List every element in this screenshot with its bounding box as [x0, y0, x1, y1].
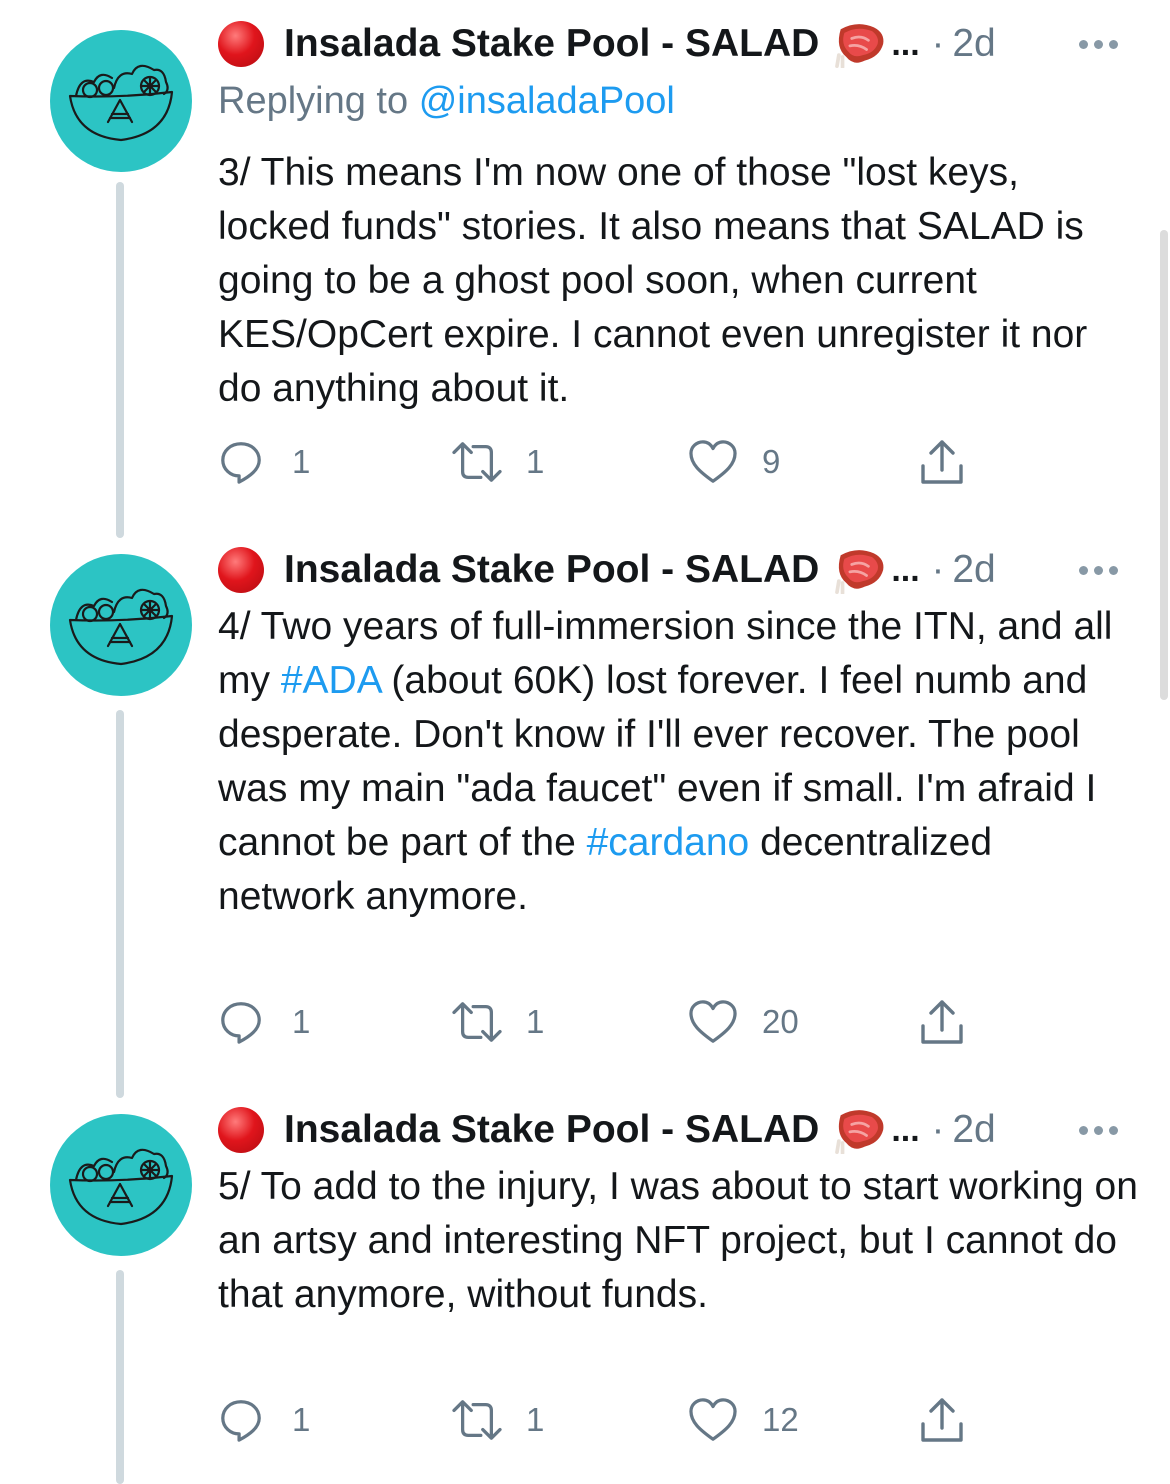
- tweet-3[interactable]: Insalada Stake Pool - SALAD ... · 2d 5/ …: [0, 1100, 1170, 1484]
- tweet-header: Insalada Stake Pool - SALAD ... · 2d: [218, 1102, 1118, 1158]
- replying-to-handle[interactable]: @insaladaPool: [419, 80, 675, 122]
- reply-icon: [218, 999, 264, 1045]
- retweet-count: 1: [526, 1003, 545, 1040]
- share-icon: [918, 998, 966, 1046]
- tweet-text-content: 4/ Two years of full-immersion since the…: [218, 600, 1138, 924]
- steak-emoji-icon: [833, 546, 889, 594]
- avatar[interactable]: [50, 30, 192, 172]
- tweet-header: Insalada Stake Pool - SALAD ... · 2d: [218, 542, 1118, 598]
- like-icon: [688, 439, 738, 485]
- tweet-actions: 1 1 9: [218, 434, 978, 490]
- retweet-button[interactable]: 1: [450, 1392, 544, 1448]
- like-icon: [688, 1397, 738, 1443]
- like-count: 20: [762, 1003, 799, 1040]
- like-button[interactable]: 12: [688, 1392, 799, 1448]
- reply-icon: [218, 439, 264, 485]
- hashtag-link[interactable]: #cardano: [587, 821, 750, 864]
- like-button[interactable]: 9: [688, 434, 780, 490]
- retweet-button[interactable]: 1: [450, 434, 544, 490]
- tweet-text: 5/ To add to the injury, I was about to …: [218, 1160, 1138, 1322]
- more-options-icon[interactable]: [1073, 16, 1118, 72]
- share-button[interactable]: [918, 1392, 966, 1448]
- separator: ·: [931, 548, 945, 591]
- tweet-actions: 1 1 20: [218, 994, 978, 1050]
- reply-count: 1: [292, 1401, 311, 1438]
- name-truncation: ...: [891, 550, 920, 589]
- reply-count: 1: [292, 1003, 311, 1040]
- share-button[interactable]: [918, 434, 966, 490]
- like-count: 9: [762, 443, 781, 480]
- timestamp[interactable]: 2d: [952, 548, 995, 592]
- timestamp[interactable]: 2d: [952, 1108, 995, 1152]
- more-options-icon[interactable]: [1073, 542, 1118, 598]
- reply-count: 1: [292, 443, 311, 480]
- tweet-1[interactable]: Insalada Stake Pool - SALAD ... · 2d Rep…: [0, 0, 1170, 540]
- avatar[interactable]: [50, 1114, 192, 1256]
- retweet-icon: [450, 439, 504, 485]
- more-options-icon[interactable]: [1073, 1102, 1118, 1158]
- salad-bowl-logo-icon: [50, 1114, 192, 1256]
- separator: ·: [931, 1108, 945, 1151]
- timestamp[interactable]: 2d: [952, 22, 995, 66]
- tweet-text: 3/ This means I'm now one of those "lost…: [218, 146, 1138, 416]
- display-name[interactable]: Insalada Stake Pool - SALAD: [284, 22, 819, 66]
- thread-line: [116, 1270, 124, 1484]
- share-icon: [918, 438, 966, 486]
- steak-emoji-icon: [833, 1106, 889, 1154]
- thread-line: [116, 182, 124, 538]
- red-circle-status-icon: [218, 547, 264, 593]
- separator: ·: [931, 22, 945, 65]
- steak-emoji-icon: [833, 20, 889, 68]
- reply-icon: [218, 1397, 264, 1443]
- red-circle-status-icon: [218, 21, 264, 67]
- retweet-icon: [450, 999, 504, 1045]
- name-truncation: ...: [891, 24, 920, 63]
- like-icon: [688, 999, 738, 1045]
- tweet-text-content: 3/ This means I'm now one of those "lost…: [218, 151, 1088, 410]
- share-icon: [918, 1396, 966, 1444]
- replying-to-label: Replying to: [218, 80, 409, 122]
- tweet-actions: 1 1 12: [218, 1392, 978, 1448]
- display-name[interactable]: Insalada Stake Pool - SALAD: [284, 548, 819, 592]
- tweet-text-content: 5/ To add to the injury, I was about to …: [218, 1165, 1138, 1316]
- tweet-header: Insalada Stake Pool - SALAD ... · 2d: [218, 16, 1118, 72]
- retweet-icon: [450, 1397, 504, 1443]
- like-count: 12: [762, 1401, 799, 1438]
- retweet-count: 1: [526, 1401, 545, 1438]
- reply-button[interactable]: 1: [218, 434, 310, 490]
- replying-to: Replying to @insaladaPool: [218, 80, 675, 123]
- like-button[interactable]: 20: [688, 994, 799, 1050]
- reply-button[interactable]: 1: [218, 1392, 310, 1448]
- share-button[interactable]: [918, 994, 966, 1050]
- retweet-count: 1: [526, 443, 545, 480]
- hashtag-link[interactable]: #ADA: [281, 659, 381, 702]
- tweet-text: 4/ Two years of full-immersion since the…: [218, 600, 1138, 924]
- retweet-button[interactable]: 1: [450, 994, 544, 1050]
- salad-bowl-logo-icon: [50, 30, 192, 172]
- thread-line: [116, 710, 124, 1098]
- salad-bowl-logo-icon: [50, 554, 192, 696]
- name-truncation: ...: [891, 1110, 920, 1149]
- red-circle-status-icon: [218, 1107, 264, 1153]
- display-name[interactable]: Insalada Stake Pool - SALAD: [284, 1108, 819, 1152]
- avatar[interactable]: [50, 554, 192, 696]
- tweet-2[interactable]: Insalada Stake Pool - SALAD ... · 2d 4/ …: [0, 540, 1170, 1100]
- reply-button[interactable]: 1: [218, 994, 310, 1050]
